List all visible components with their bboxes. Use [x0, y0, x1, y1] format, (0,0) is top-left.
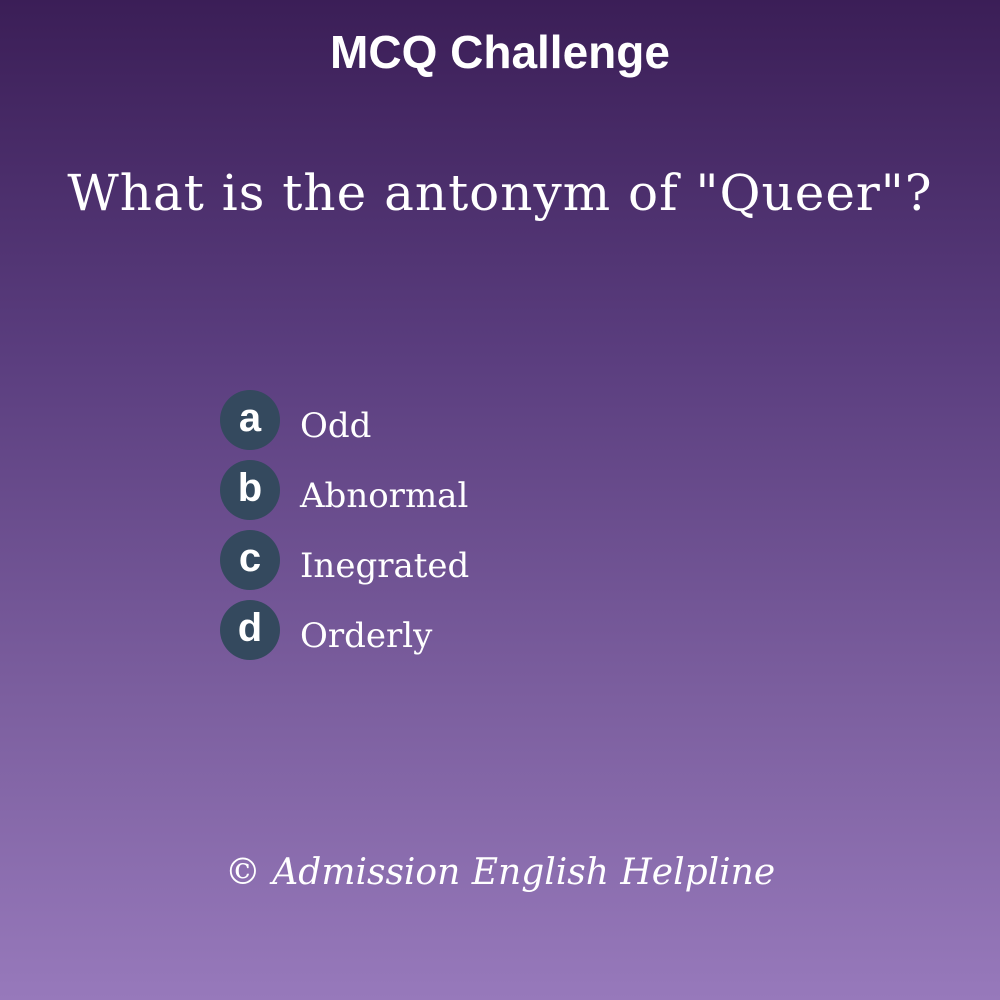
option-letter-badge: d: [220, 600, 280, 660]
option-letter-badge: c: [220, 530, 280, 590]
question-text: What is the antonym of "Queer"?: [67, 164, 933, 222]
copyright-footer: © Admission English Helpline: [224, 852, 776, 893]
option-d[interactable]: d Orderly: [220, 600, 820, 670]
option-c[interactable]: c Inegrated: [220, 530, 820, 600]
option-letter-badge: b: [220, 460, 280, 520]
option-a[interactable]: a Odd: [220, 390, 820, 460]
option-label: Orderly: [300, 616, 433, 656]
option-letter-badge: a: [220, 390, 280, 450]
option-label: Odd: [300, 406, 372, 446]
options-list: a Odd b Abnormal c Inegrated d Orderly: [220, 390, 820, 670]
page-title: MCQ Challenge: [330, 26, 670, 78]
option-label: Inegrated: [300, 546, 470, 586]
option-b[interactable]: b Abnormal: [220, 460, 820, 530]
option-label: Abnormal: [300, 476, 469, 516]
